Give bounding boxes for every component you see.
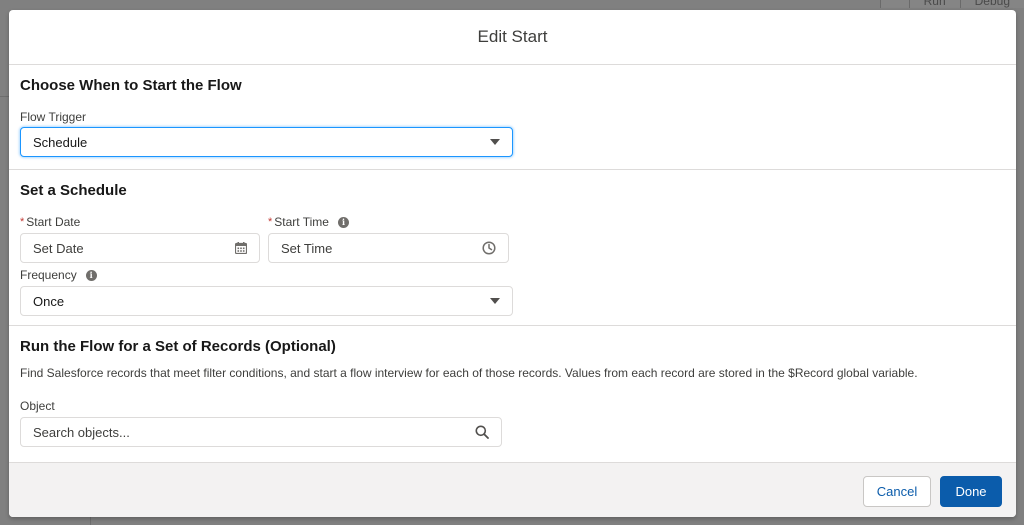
required-marker: *: [268, 216, 273, 228]
edit-start-modal: Edit Start Choose When to Start the Flow…: [9, 10, 1016, 517]
search-icon[interactable]: [475, 425, 489, 439]
calendar-icon[interactable]: [235, 242, 247, 254]
flow-trigger-value: Schedule: [33, 134, 88, 150]
background-run-button: Run: [908, 0, 960, 8]
info-icon[interactable]: i: [85, 269, 97, 281]
clock-icon[interactable]: [482, 241, 496, 255]
modal-title: Edit Start: [477, 27, 548, 46]
trigger-section: Choose When to Start the Flow Flow Trigg…: [9, 65, 1016, 170]
flow-trigger-select[interactable]: Schedule: [20, 127, 513, 157]
section-title: Run the Flow for a Set of Records (Optio…: [20, 338, 336, 355]
required-marker: *: [20, 216, 25, 228]
flow-trigger-label-text: Flow Trigger: [20, 110, 87, 124]
modal-footer: Cancel Done: [9, 462, 1016, 517]
background-toolbar: Run Debug: [879, 0, 1024, 8]
object-label-text: Object: [20, 399, 55, 413]
frequency-label: Frequency i: [20, 268, 1005, 282]
section-title: Choose When to Start the Flow: [20, 77, 242, 94]
background-debug-button: Debug: [959, 0, 1024, 8]
start-time-placeholder: Set Time: [281, 240, 333, 256]
cancel-button[interactable]: Cancel: [863, 476, 931, 507]
schedule-section: Set a Schedule * Start Date Set Date * S…: [9, 170, 1016, 326]
start-time-label: * Start Time i: [268, 215, 509, 229]
modal-header: Edit Start: [9, 10, 1016, 65]
background-button: [879, 0, 909, 8]
info-icon[interactable]: i: [337, 216, 349, 228]
start-time-field: * Start Time i Set Time: [268, 215, 509, 263]
done-button[interactable]: Done: [940, 476, 1002, 507]
object-search-input[interactable]: Search objects...: [20, 417, 502, 447]
object-label: Object: [20, 399, 1005, 413]
start-time-label-text: Start Time: [274, 215, 329, 229]
chevron-down-icon: [490, 298, 500, 304]
object-search-placeholder: Search objects...: [33, 424, 130, 440]
start-date-placeholder: Set Date: [33, 240, 84, 256]
frequency-value: Once: [33, 293, 65, 309]
records-section: Run the Flow for a Set of Records (Optio…: [9, 326, 1016, 462]
chevron-down-icon: [490, 139, 500, 145]
start-time-input[interactable]: Set Time: [268, 233, 509, 263]
records-description: Find Salesforce records that meet filter…: [20, 366, 918, 380]
start-date-label: * Start Date: [20, 215, 260, 229]
start-date-field: * Start Date Set Date: [20, 215, 260, 263]
start-date-label-text: Start Date: [26, 215, 81, 229]
frequency-label-text: Frequency: [20, 268, 77, 282]
start-date-input[interactable]: Set Date: [20, 233, 260, 263]
section-title: Set a Schedule: [20, 182, 127, 199]
flow-trigger-label: Flow Trigger: [20, 110, 1005, 124]
frequency-select[interactable]: Once: [20, 286, 513, 316]
